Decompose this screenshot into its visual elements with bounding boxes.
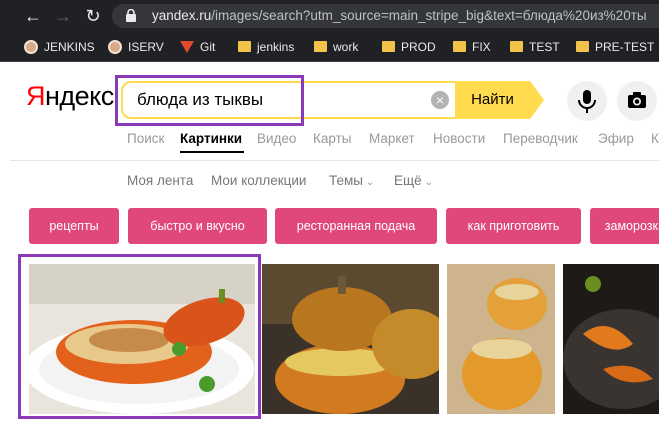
bookmark-iserv[interactable]: ISERV xyxy=(108,32,164,62)
folder-icon xyxy=(382,41,395,53)
yandex-images-page: Яндекс блюда из тыквы × Найти Поиск Карт… xyxy=(0,63,659,424)
chip-restaurant-serving[interactable]: ресторанная подача xyxy=(275,208,437,244)
bookmark-folder-fix[interactable]: FIX xyxy=(453,32,491,62)
chip-freezing[interactable]: заморозка xyxy=(590,208,659,244)
chip-how-to-cook[interactable]: как приготовить xyxy=(446,208,581,244)
bookmark-folder-test[interactable]: TEST xyxy=(510,32,560,62)
image-thumbnail[interactable] xyxy=(563,264,659,414)
image-highlight-frame xyxy=(18,254,261,419)
folder-icon xyxy=(576,41,589,53)
lock-icon xyxy=(126,9,136,22)
tab-maps[interactable]: Карты xyxy=(313,131,351,146)
clear-icon[interactable]: × xyxy=(431,91,449,109)
search-highlight-frame xyxy=(115,75,304,126)
chevron-down-icon: ⌄ xyxy=(424,177,434,188)
gitlab-icon xyxy=(180,40,194,53)
service-tabs: Поиск Картинки Видео Карты Маркет Новост… xyxy=(0,131,659,157)
person-avatar-icon xyxy=(108,39,122,54)
person-avatar-icon xyxy=(24,39,38,54)
tab-market[interactable]: Маркет xyxy=(369,131,415,146)
reload-icon[interactable]: ↻ xyxy=(82,5,104,27)
voice-search-button[interactable] xyxy=(567,81,607,121)
image-search-button[interactable] xyxy=(617,81,657,121)
camera-icon xyxy=(628,92,646,108)
tab-video[interactable]: Видео xyxy=(257,131,296,146)
my-collections-link[interactable]: Мои коллекции xyxy=(211,173,306,188)
chevron-down-icon: ⌄ xyxy=(365,177,375,188)
folder-icon xyxy=(314,41,327,53)
bookmark-folder-prod[interactable]: PROD xyxy=(382,32,436,62)
tab-translator[interactable]: Переводчик xyxy=(503,131,578,146)
back-icon[interactable]: ← xyxy=(22,5,44,27)
themes-dropdown[interactable]: Темы ⌄ xyxy=(329,173,374,188)
my-feed-link[interactable]: Моя лента xyxy=(127,173,193,188)
bookmark-folder-pre-test[interactable]: PRE-TEST xyxy=(576,32,654,62)
folder-icon xyxy=(453,41,466,53)
folder-icon xyxy=(238,41,251,53)
tab-images[interactable]: Картинки xyxy=(180,131,242,146)
forward-icon[interactable]: → xyxy=(52,5,74,27)
bookmark-git[interactable]: Git xyxy=(180,32,215,62)
search-button[interactable]: Найти xyxy=(455,81,530,119)
tab-more-clipped[interactable]: К xyxy=(651,131,659,146)
chip-recipes[interactable]: рецепты xyxy=(29,208,119,244)
tabs-divider xyxy=(10,160,659,161)
microphone-icon xyxy=(578,90,596,113)
tab-efir[interactable]: Эфир xyxy=(598,131,634,146)
screen: ← → ↻ yandex.ru/images/search?utm_source… xyxy=(0,0,659,424)
url-text: yandex.ru/images/search?utm_source=main_… xyxy=(152,8,647,23)
bookmarks-bar: JENKINS ISERV Git jenkins work PROD FIX … xyxy=(0,32,659,62)
folder-icon xyxy=(510,41,523,53)
active-tab-underline xyxy=(180,151,244,153)
tab-search[interactable]: Поиск xyxy=(127,131,164,146)
image-thumbnail[interactable] xyxy=(447,264,555,414)
tab-news[interactable]: Новости xyxy=(433,131,485,146)
search-button-arrow xyxy=(530,81,544,119)
bookmark-folder-work[interactable]: work xyxy=(314,32,358,62)
image-thumbnail[interactable] xyxy=(262,264,439,414)
browser-toolbar: ← → ↻ yandex.ru/images/search?utm_source… xyxy=(0,0,659,32)
bookmark-folder-jenkins[interactable]: jenkins xyxy=(238,32,294,62)
chip-quick-tasty[interactable]: быстро и вкусно xyxy=(128,208,267,244)
bookmark-jenkins[interactable]: JENKINS xyxy=(24,32,95,62)
more-dropdown[interactable]: Ещё ⌄ xyxy=(394,173,433,188)
yandex-logo[interactable]: Яндекс xyxy=(26,81,114,112)
address-bar[interactable]: yandex.ru/images/search?utm_source=main_… xyxy=(112,4,659,28)
